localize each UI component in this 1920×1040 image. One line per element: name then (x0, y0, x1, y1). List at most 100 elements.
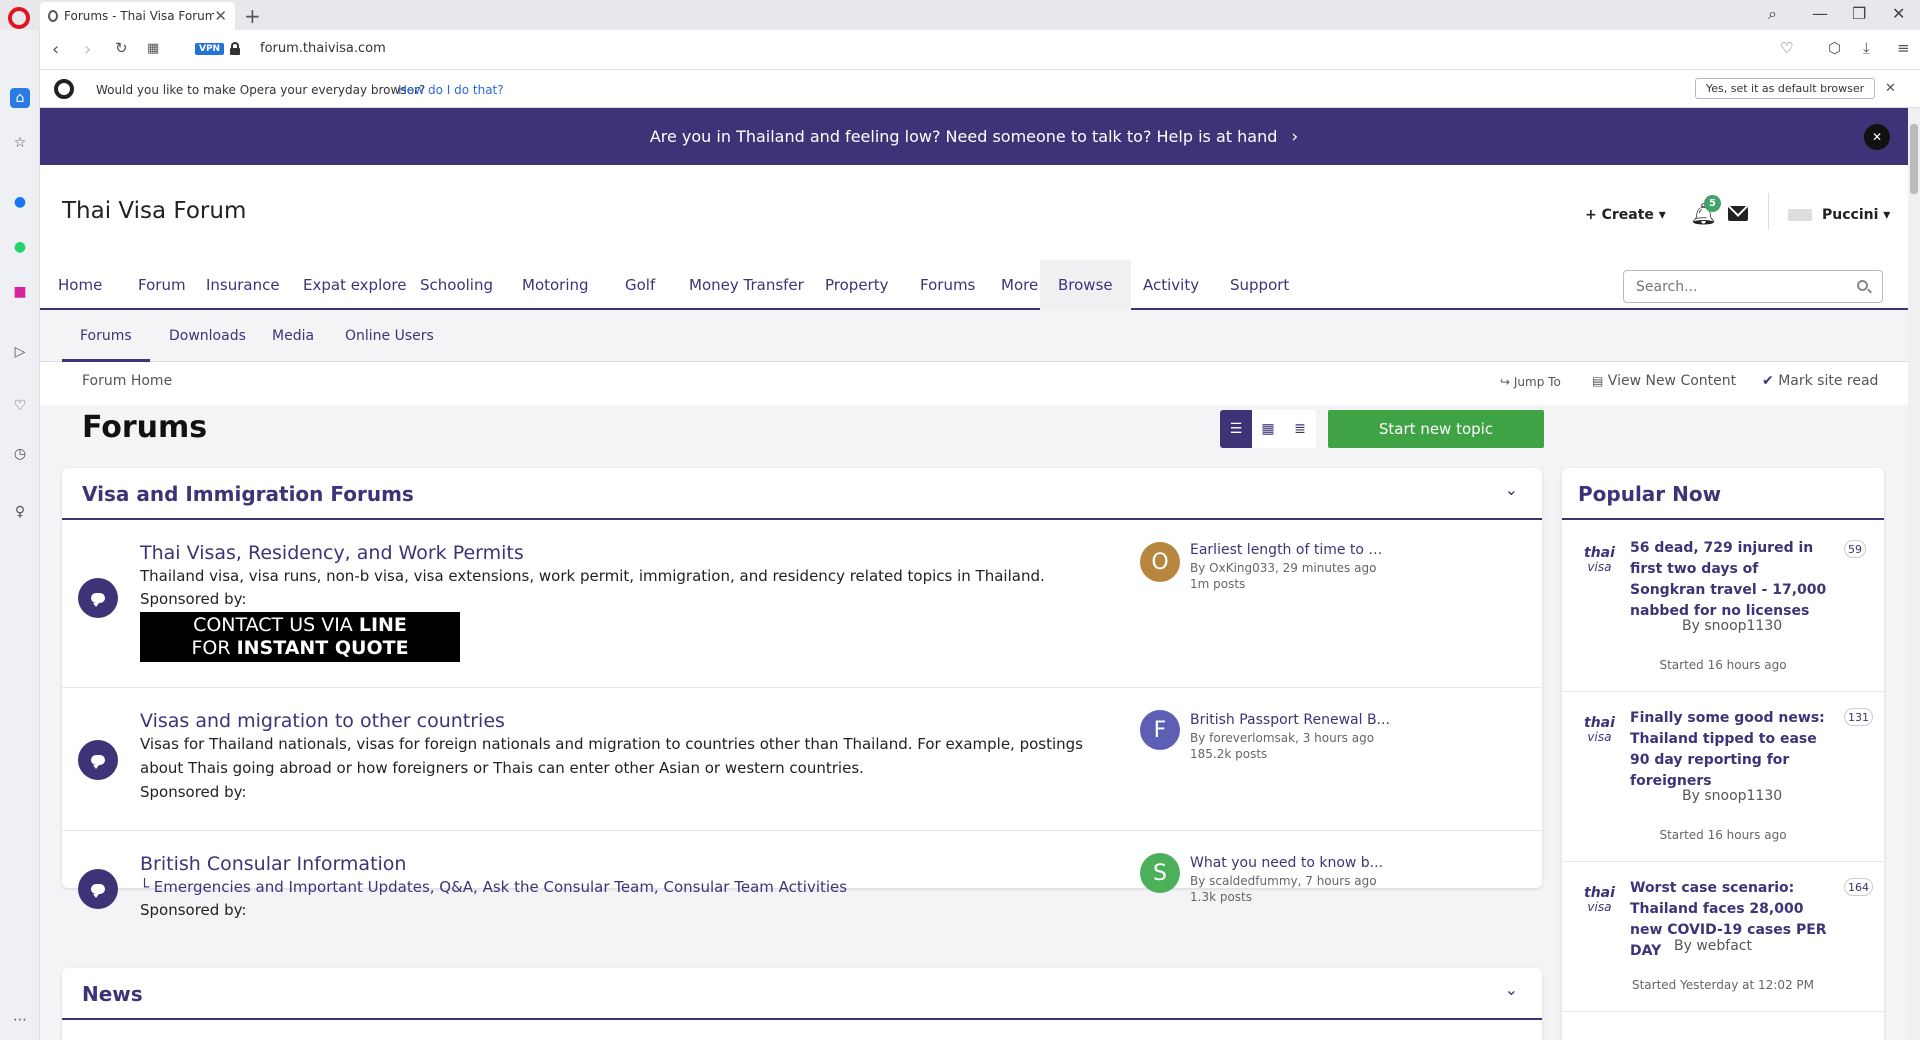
help-banner[interactable]: Are you in Thailand and feeling low? Nee… (40, 108, 1908, 165)
mark-read-label: Mark site read (1778, 373, 1879, 389)
infobar-close-icon[interactable]: ✕ (1885, 81, 1896, 96)
new-tab-icon[interactable]: + (244, 4, 261, 28)
page-scrollbar[interactable] (1908, 108, 1920, 1040)
instagram-icon[interactable]: ■ (10, 282, 30, 302)
ad-text-bold: LINE (358, 614, 407, 636)
category-title[interactable]: News (82, 982, 143, 1006)
minimize-icon[interactable]: — (1812, 4, 1828, 23)
list-view-icon[interactable]: ≣ (1284, 410, 1316, 448)
topic-title[interactable]: Finally some good news: Thailand tipped … (1630, 708, 1830, 792)
last-post-title[interactable]: Earliest length of time to a... (1190, 542, 1390, 558)
forum-title[interactable]: British Consular Information (140, 853, 406, 875)
logo-text-top: thai (1584, 885, 1615, 901)
nav-golf[interactable]: Golf (607, 260, 673, 310)
nav-home[interactable]: Home (40, 260, 120, 310)
last-post-author: By scaldedfummy, 7 hours ago (1190, 874, 1377, 888)
search-box (1623, 270, 1883, 303)
easy-setup-icon[interactable]: ≡ (1897, 39, 1910, 57)
back-icon[interactable]: ‹ (52, 39, 59, 60)
tips-icon[interactable]: ♀ (10, 502, 30, 522)
vpn-badge[interactable]: VPN (195, 43, 225, 55)
logo-text-top: thai (1584, 715, 1615, 731)
player-icon[interactable]: ▷ (10, 342, 30, 362)
nav-property[interactable]: Property (807, 260, 906, 310)
browser-tabbar: Forums - Thai Visa Forum ✕ + ⌕ — ❐ ✕ (0, 0, 1920, 30)
view-new-content-link[interactable]: ▤ View New Content (1592, 373, 1736, 389)
speed-dial-icon[interactable]: ☆ (10, 133, 30, 153)
nav-insurance[interactable]: Insurance (188, 260, 298, 310)
nav-browse[interactable]: Browse (1040, 260, 1131, 310)
nav-support[interactable]: Support (1212, 260, 1307, 310)
collapse-chevron-icon[interactable]: ⌄ (1505, 980, 1518, 999)
whatsapp-icon[interactable]: ● (10, 237, 30, 257)
start-new-topic-button[interactable]: Start new topic (1328, 410, 1544, 448)
lock-icon[interactable] (230, 42, 240, 55)
jump-to-link[interactable]: ↪ Jump To (1500, 375, 1561, 389)
search-input[interactable] (1624, 271, 1834, 302)
heart-icon[interactable]: ♡ (10, 396, 30, 416)
close-window-icon[interactable]: ✕ (1892, 4, 1905, 23)
nav-motoring[interactable]: Motoring (504, 260, 607, 310)
reload-icon[interactable]: ↻ (115, 39, 128, 57)
url-field[interactable]: forum.thaivisa.com (260, 41, 386, 56)
grid-view-icon[interactable]: ▦ (1252, 410, 1284, 448)
topic-author[interactable]: By webfact (1674, 938, 1752, 954)
restore-icon[interactable]: ❐ (1852, 4, 1866, 23)
collapse-chevron-icon[interactable]: ⌄ (1505, 480, 1518, 499)
forum-title[interactable]: Thai Visas, Residency, and Work Permits (140, 542, 524, 564)
set-default-button[interactable]: Yes, set it as default browser (1695, 78, 1876, 99)
widget-header: Popular Now (1562, 468, 1884, 520)
sidebar-more-icon[interactable]: ⋯ (10, 1010, 30, 1030)
nav-forums[interactable]: Forums (902, 260, 993, 310)
subnav-forums[interactable]: Forums (62, 310, 150, 362)
category-title[interactable]: Visa and Immigration Forums (82, 482, 414, 506)
create-button[interactable]: + Create ▾ (1585, 207, 1666, 223)
user-menu[interactable]: Puccini ▾ (1822, 207, 1890, 223)
topic-author[interactable]: By snoop1130 (1682, 618, 1782, 634)
page-viewport: Are you in Thailand and feeling low? Nee… (40, 108, 1920, 1040)
download-icon[interactable]: ⤓ (1863, 39, 1870, 57)
search-tabs-icon[interactable]: ⌕ (1768, 4, 1777, 24)
forward-icon[interactable]: › (84, 39, 91, 60)
banner-close-icon[interactable]: ✕ (1864, 124, 1890, 150)
subnav-media[interactable]: Media (254, 310, 332, 362)
subforum-links[interactable]: └ Emergencies and Important Updates, Q&A… (140, 878, 847, 896)
infobar-help-link[interactable]: How do I do that? (398, 83, 504, 97)
mark-site-read-link[interactable]: ✔ Mark site read (1762, 373, 1878, 389)
subnav-online-users[interactable]: Online Users (327, 310, 452, 362)
browser-tab[interactable]: Forums - Thai Visa Forum ✕ (40, 2, 235, 30)
jump-to-label: Jump To (1513, 375, 1561, 389)
last-post-title[interactable]: What you need to know b... (1190, 855, 1390, 871)
avatar[interactable]: F (1140, 710, 1180, 750)
opera-logo-icon[interactable] (8, 7, 30, 29)
sponsor-ad-banner[interactable]: CONTACT US VIA LINE FOR INSTANT QUOTE (140, 612, 460, 662)
nav-schooling[interactable]: Schooling (402, 260, 511, 310)
breadcrumb[interactable]: Forum Home (82, 373, 172, 389)
ad-text-bold: INSTANT QUOTE (236, 637, 409, 659)
nav-activity[interactable]: Activity (1125, 260, 1217, 310)
post-count: 1.3k posts (1190, 890, 1253, 904)
newspaper-icon: ▤ (1592, 374, 1604, 388)
topic-title[interactable]: 56 dead, 729 injured in first two days o… (1630, 538, 1830, 622)
table-view-icon[interactable]: ☰ (1220, 410, 1252, 448)
topic-author[interactable]: By snoop1130 (1682, 788, 1782, 804)
search-icon[interactable] (1857, 280, 1868, 291)
subnav-downloads[interactable]: Downloads (151, 310, 264, 362)
nav-money-transfer[interactable]: Money Transfer (671, 260, 822, 310)
avatar[interactable] (1788, 209, 1812, 221)
history-icon[interactable]: ◷ (10, 444, 30, 464)
snapshot-icon[interactable]: ⬡ (1828, 39, 1841, 57)
post-count: 185.2k posts (1190, 747, 1268, 761)
avatar[interactable]: S (1140, 853, 1180, 893)
bookmark-heart-icon[interactable]: ♡ (1780, 39, 1793, 57)
messages-envelope-icon[interactable] (1728, 206, 1748, 221)
messenger-icon[interactable]: ● (10, 192, 30, 212)
tab-close-icon[interactable]: ✕ (214, 7, 227, 25)
tab-grid-icon[interactable]: ▦ (147, 41, 159, 56)
scrollbar-thumb[interactable] (1910, 124, 1918, 194)
site-title[interactable]: Thai Visa Forum (62, 198, 246, 224)
home-icon[interactable]: ⌂ (10, 88, 30, 108)
forum-title[interactable]: Visas and migration to other countries (140, 710, 505, 732)
last-post-title[interactable]: British Passport Renewal B... (1190, 712, 1390, 728)
avatar[interactable]: O (1140, 542, 1180, 582)
